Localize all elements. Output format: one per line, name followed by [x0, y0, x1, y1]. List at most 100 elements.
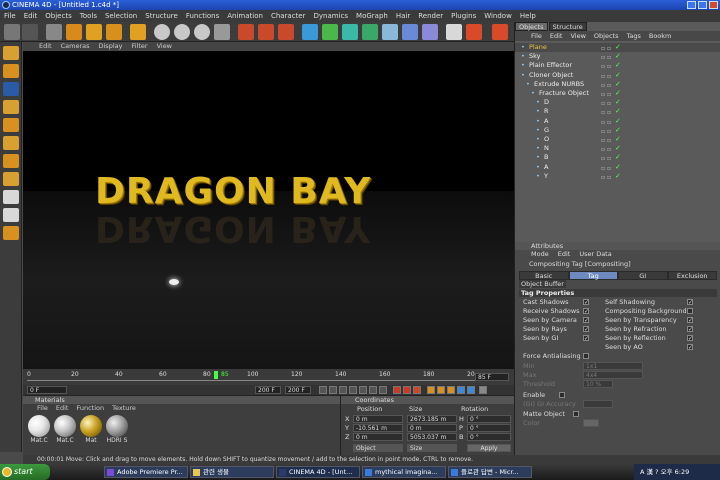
- compositing-background-checkbox[interactable]: [687, 308, 693, 314]
- nurbs-icon[interactable]: [322, 24, 338, 40]
- end-frame-field[interactable]: 85 F: [475, 373, 509, 381]
- menu-selection[interactable]: Selection: [105, 10, 137, 22]
- enabled-check-icon[interactable]: ✓: [615, 89, 621, 98]
- object-row[interactable]: • O ▫ ▫ ✓: [515, 135, 720, 144]
- object-row[interactable]: • Y ▫ ▫ ✓: [515, 172, 720, 181]
- menu-character[interactable]: Character: [271, 10, 306, 22]
- tray-clock[interactable]: A 漢 ? 오후 6:29: [640, 468, 689, 476]
- object-menu-edit[interactable]: Edit: [550, 31, 563, 41]
- enabled-check-icon[interactable]: ✓: [615, 126, 621, 135]
- enabled-check-icon[interactable]: ✓: [615, 172, 621, 181]
- goto-start-icon[interactable]: [319, 386, 327, 394]
- menu-structure[interactable]: Structure: [145, 10, 178, 22]
- force-antialiasing-checkbox[interactable]: [583, 353, 589, 359]
- visibility-dots-icon[interactable]: ▫ ▫: [601, 145, 613, 153]
- object-row[interactable]: • Plain Effector ▫ ▫ ✓: [515, 61, 720, 70]
- material-swatch[interactable]: Mat.C: [53, 415, 77, 444]
- receive-shadows-checkbox[interactable]: ✓: [583, 308, 589, 315]
- coordinate-system-icon[interactable]: [214, 24, 230, 40]
- attribute-menu-edit[interactable]: Edit: [558, 250, 571, 259]
- visibility-dots-icon[interactable]: ▫ ▫: [601, 164, 613, 172]
- attribute-menu-mode[interactable]: Mode: [531, 250, 549, 259]
- material-menu-texture[interactable]: Texture: [112, 404, 136, 413]
- tweak-mode-icon[interactable]: [3, 190, 19, 204]
- object-row[interactable]: • Fracture Object ▫ ▫ ✓: [515, 89, 720, 98]
- cast-shadows-checkbox[interactable]: ✓: [583, 299, 589, 306]
- parameter-key-icon[interactable]: [457, 386, 465, 394]
- tab-exclusion[interactable]: Exclusion: [667, 271, 717, 280]
- start-button[interactable]: start: [0, 464, 50, 480]
- seen-by-ao-checkbox[interactable]: ✓: [687, 344, 693, 351]
- start-frame-field[interactable]: 0 F: [27, 386, 67, 394]
- seen-by-refraction-checkbox[interactable]: ✓: [687, 326, 693, 333]
- menu-animation[interactable]: Animation: [227, 10, 263, 22]
- object-menu-objects[interactable]: Objects: [594, 31, 619, 41]
- particle-icon[interactable]: [382, 24, 398, 40]
- tab-structure[interactable]: Structure: [548, 22, 587, 31]
- use-texture-tool-icon[interactable]: [3, 82, 19, 96]
- maximize-icon[interactable]: [698, 1, 707, 9]
- menu-window[interactable]: Window: [484, 10, 512, 22]
- threshold-field[interactable]: 10 %: [583, 380, 613, 388]
- min-frame-field[interactable]: 200 F: [255, 386, 281, 394]
- goto-end-icon[interactable]: [379, 386, 387, 394]
- animation-mode-icon[interactable]: [3, 172, 19, 186]
- object-row[interactable]: • D ▫ ▫ ✓: [515, 98, 720, 107]
- menu-file[interactable]: File: [4, 10, 16, 22]
- enabled-check-icon[interactable]: ✓: [615, 153, 621, 162]
- next-key-icon[interactable]: [369, 386, 377, 394]
- object-menu-bookmarks[interactable]: Bookm: [649, 31, 672, 41]
- visibility-dots-icon[interactable]: ▫ ▫: [601, 154, 613, 162]
- viewport-menu-edit[interactable]: Edit: [39, 42, 52, 51]
- visibility-dots-icon[interactable]: ▫ ▫: [601, 108, 613, 116]
- y-axis-icon[interactable]: [174, 24, 190, 40]
- record-icon[interactable]: [393, 386, 401, 394]
- size-z-field[interactable]: 5053.037 m: [407, 433, 457, 441]
- use-points-tool-icon[interactable]: [3, 118, 19, 132]
- visibility-dots-icon[interactable]: ▫ ▫: [601, 99, 613, 107]
- enabled-check-icon[interactable]: ✓: [615, 43, 621, 52]
- enabled-check-icon[interactable]: ✓: [615, 71, 621, 80]
- tab-object-buffer[interactable]: Object Buffer: [519, 280, 566, 288]
- matte-object-checkbox[interactable]: [573, 411, 579, 417]
- point-level-key-icon[interactable]: [467, 386, 475, 394]
- attribute-menu-userdata[interactable]: User Data: [579, 250, 611, 259]
- menu-plugins[interactable]: Plugins: [451, 10, 476, 22]
- light-icon[interactable]: [446, 24, 462, 40]
- menu-dynamics[interactable]: Dynamics: [314, 10, 349, 22]
- object-row[interactable]: • Extrude NURBS ▫ ▫ ✓: [515, 80, 720, 89]
- render-view-icon[interactable]: [238, 24, 254, 40]
- enabled-check-icon[interactable]: ✓: [615, 107, 621, 116]
- seen-by-reflection-checkbox[interactable]: ✓: [687, 335, 693, 342]
- position-y-field[interactable]: -10.561 m: [353, 424, 403, 432]
- 3d-viewport[interactable]: DRAGON BAY DRAGON BAY: [23, 51, 514, 369]
- min-dropdown[interactable]: 1x1: [583, 362, 643, 370]
- material-menu-function[interactable]: Function: [76, 404, 104, 413]
- object-row[interactable]: • B ▫ ▫ ✓: [515, 153, 720, 162]
- seen-by-camera-checkbox[interactable]: ✓: [583, 317, 589, 324]
- timeline-ruler[interactable]: 0 20 40 60 80 100 120 140 160 180 20: [27, 371, 507, 381]
- object-row[interactable]: • A ▫ ▫ ✓: [515, 117, 720, 126]
- menu-mograph[interactable]: MoGraph: [356, 10, 388, 22]
- scale-key-icon[interactable]: [437, 386, 445, 394]
- gi-accuracy-field[interactable]: [583, 400, 613, 408]
- visibility-dots-icon[interactable]: ▫ ▫: [601, 118, 613, 126]
- prev-frame-icon[interactable]: [339, 386, 347, 394]
- viewport-menu-cameras[interactable]: Cameras: [61, 42, 90, 51]
- enabled-check-icon[interactable]: ✓: [615, 98, 621, 107]
- use-model-tool-icon[interactable]: [3, 46, 19, 60]
- material-swatch[interactable]: HDRI S: [105, 415, 129, 444]
- rotation-h-field[interactable]: 0 °: [467, 415, 511, 423]
- visibility-dots-icon[interactable]: ▫ ▫: [601, 81, 613, 89]
- max-frame-field[interactable]: 200 F: [285, 386, 311, 394]
- tab-gi[interactable]: GI: [618, 271, 668, 280]
- apply-button[interactable]: Apply: [467, 444, 511, 452]
- x-axis-icon[interactable]: [154, 24, 170, 40]
- live-selection-icon[interactable]: [130, 24, 146, 40]
- camera-icon[interactable]: [422, 24, 438, 40]
- size-y-field[interactable]: 0 m: [407, 424, 457, 432]
- object-row[interactable]: • R ▫ ▫ ✓: [515, 107, 720, 116]
- undo-icon[interactable]: [4, 24, 20, 40]
- scene-icon[interactable]: [466, 24, 482, 40]
- scale-icon[interactable]: [86, 24, 102, 40]
